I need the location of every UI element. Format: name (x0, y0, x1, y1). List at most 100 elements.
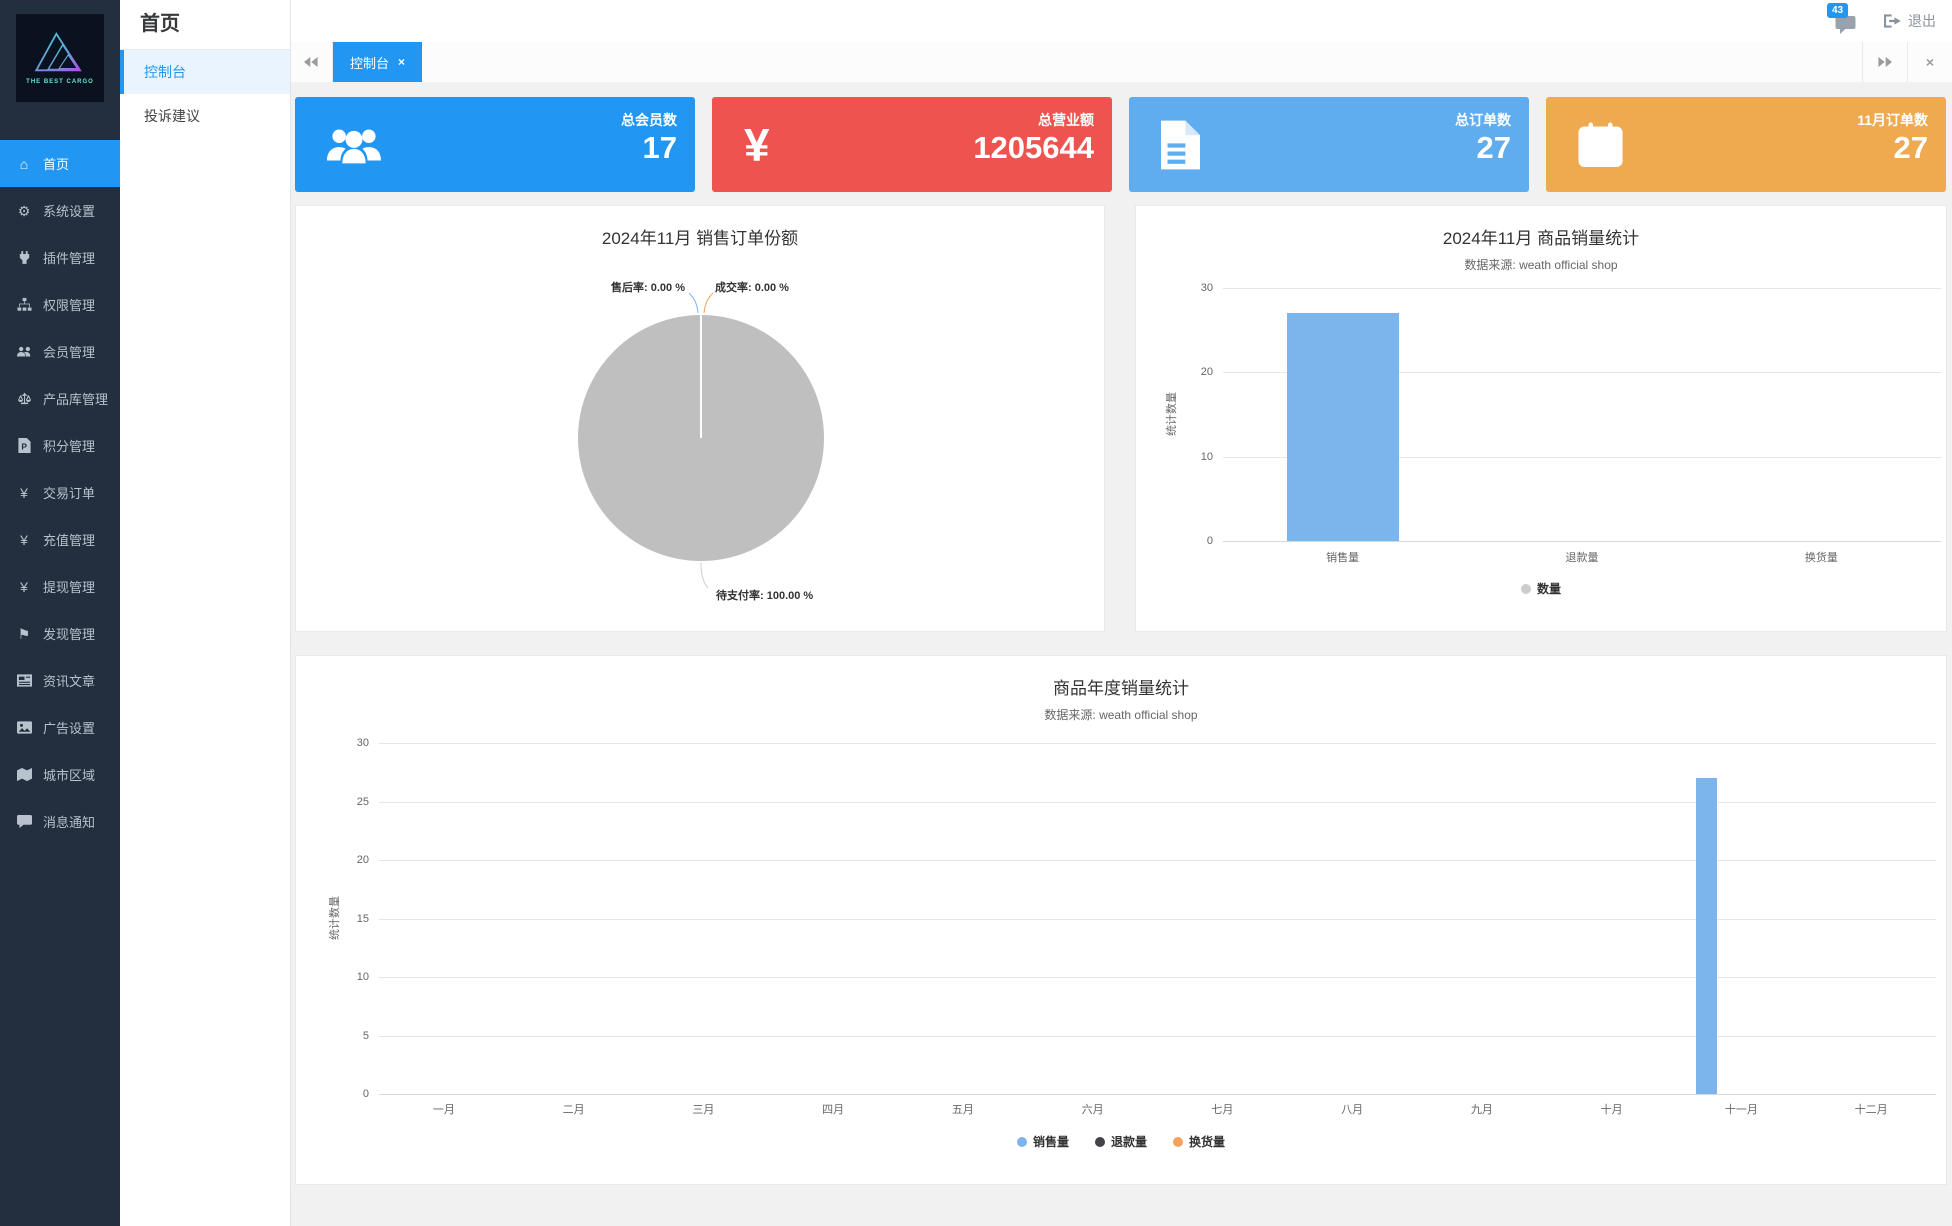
sidebar-item-label: 充值管理 (43, 533, 96, 548)
brand-logo[interactable]: THE BEST CARGO (16, 14, 104, 102)
y-tick-label: 20 (356, 854, 369, 866)
yen-icon: ¥ (20, 578, 28, 595)
sidebar-menu: ⌂ 首页 ⚙ 系统设置 插件管理 权限管理 会员管理 产品库管理 P 积分管理 ¥ 交易订单 ¥ 充值管理… (0, 140, 120, 845)
gear-icon: ⚙ (17, 202, 31, 219)
stat-card[interactable]: 总会员数 17 (295, 97, 695, 192)
y-axis-title: 统计数量 (1166, 392, 1178, 436)
stat-card-value: 1205644 (973, 130, 1094, 165)
sidebar-item[interactable]: ¥ 提现管理 (0, 563, 120, 610)
x-category-label: 一月 (432, 1104, 455, 1116)
tab-label: 控制台 (350, 55, 390, 71)
sidebar-item[interactable]: 消息通知 (0, 798, 120, 845)
y-gridline (1223, 288, 1941, 289)
double-chevron-right-icon (1878, 57, 1892, 67)
bar-chart-title: 2024年11月 商品销量统计 (1442, 229, 1640, 248)
flag-icon: ⚑ (17, 625, 31, 642)
notification-badge: 43 (1827, 3, 1849, 18)
content-area: 2024年11月 销售订单份额 售后率: 0.00 % 成交率: 0.00 % … (290, 82, 1952, 1226)
legend-item[interactable]: 销售量 (1016, 1133, 1069, 1150)
sidebar-item[interactable]: 产品库管理 (0, 375, 120, 422)
close-icon: × (1925, 54, 1935, 70)
secondary-sidebar: 首页 控制台 投诉建议 (120, 0, 291, 1226)
stat-card-value: 17 (642, 130, 677, 165)
scroll-tabs-left-button[interactable] (290, 42, 333, 82)
y-axis-title: 统计数量 (329, 896, 341, 940)
legend-marker (1016, 1136, 1027, 1147)
submenu-item[interactable]: 投诉建议 (120, 94, 290, 138)
chart-legend: 数量 (1136, 580, 1946, 597)
tab-close-icon[interactable]: × (398, 56, 405, 68)
y-tick-label: 25 (356, 795, 369, 808)
legend-marker (1094, 1136, 1105, 1147)
x-category-label: 七月 (1211, 1104, 1234, 1116)
stat-card-label: 总营业额 (1038, 112, 1094, 128)
sidebar-item-label: 系统设置 (43, 204, 96, 219)
sitemap-icon (14, 297, 34, 312)
close-all-tabs-button[interactable]: × (1907, 42, 1952, 82)
sidebar-item[interactable]: P 积分管理 (0, 422, 120, 469)
sidebar-item-label: 提现管理 (43, 580, 96, 595)
x-category-label: 二月 (562, 1104, 585, 1116)
x-category-label: 五月 (951, 1104, 974, 1116)
home-icon: ⌂ (19, 155, 29, 172)
main-sidebar: THE BEST CARGO ⌂ 首页 ⚙ 系统设置插件管理权限管理 会员管理 产品库管理… (0, 0, 120, 1226)
stat-card[interactable]: 11月订单数 27 (1546, 97, 1946, 192)
monthly-sales-chart-panel: 2024年11月 商品销量统计 数据来源: weath official sho… (1135, 205, 1947, 632)
legend-item[interactable]: 换货量 (1173, 1133, 1225, 1150)
file-text-icon (1161, 120, 1200, 169)
y-tick-label: 15 (356, 912, 369, 925)
x-category-label: 十一月 (1724, 1104, 1758, 1116)
sidebar-item[interactable]: ¥ 充值管理 (0, 516, 120, 563)
sidebar-item[interactable]: 会员管理 (0, 328, 120, 375)
sidebar-item-label: 城市区域 (43, 768, 96, 783)
sidebar-item[interactable]: 资讯文章 (0, 657, 120, 704)
notifications-button[interactable]: 43 (1827, 3, 1856, 34)
bar-数量 (1286, 313, 1399, 541)
y-tick-label: 10 (1200, 450, 1213, 463)
yearly-sales-chart-panel: 商品年度销量统计 数据来源: weath official shop 统计数量 … (295, 655, 1947, 1185)
stat-card-label: 11月订单数 (1857, 112, 1928, 128)
map-icon (14, 767, 34, 782)
bar-chart-subtitle: 数据来源: weath official shop (1044, 708, 1198, 722)
sidebar-item[interactable]: 权限管理 (0, 281, 120, 328)
sidebar-item[interactable]: 城市区域 (0, 751, 120, 798)
x-category-label: 销售量 (1326, 552, 1360, 564)
x-category-label: 九月 (1470, 1104, 1493, 1116)
header-actions: 43 退出 (1827, 0, 1936, 42)
sidebar-item[interactable]: ⌂ 首页 (0, 140, 120, 187)
sidebar-item[interactable]: ⚑ 发现管理 (0, 610, 120, 657)
submenu-item[interactable]: 控制台 (120, 50, 290, 94)
x-category-label: 六月 (1081, 1104, 1104, 1116)
stat-card-label: 总订单数 (1455, 112, 1511, 128)
image-icon (14, 720, 34, 735)
sidebar-item[interactable]: ¥ 交易订单 (0, 469, 120, 516)
svg-text:P: P (21, 442, 27, 452)
stat-card-label: 总会员数 (621, 112, 677, 128)
y-gridline (379, 743, 1936, 744)
plugin-icon (14, 250, 34, 265)
stat-card[interactable]: 总订单数 27 (1129, 97, 1529, 192)
y-tick-label: 20 (1200, 366, 1213, 379)
legend-marker (1173, 1136, 1183, 1147)
logout-label: 退出 (1908, 13, 1936, 29)
legend-item[interactable]: 数量 (1520, 580, 1561, 597)
points-file-icon: P (14, 438, 34, 453)
legend-item[interactable]: 退款量 (1094, 1133, 1147, 1150)
logout-button[interactable]: 退出 (1884, 11, 1936, 31)
sidebar-item[interactable]: 广告设置 (0, 704, 120, 751)
chat-icon (1835, 16, 1856, 34)
double-chevron-left-icon (304, 57, 318, 67)
sidebar-item[interactable]: ⚙ 系统设置 (0, 187, 120, 234)
stat-card[interactable]: ¥ 总营业额 1205644 (712, 97, 1112, 192)
sidebar-item-label: 插件管理 (43, 251, 96, 266)
scroll-tabs-right-button[interactable] (1862, 42, 1907, 82)
brand-name: THE BEST CARGO (26, 78, 94, 85)
sidebar-item-label: 消息通知 (43, 815, 96, 830)
sign-out-icon (1884, 14, 1901, 28)
tab-console[interactable]: 控制台 × (333, 42, 423, 82)
yen-large-icon: ¥ (744, 118, 770, 171)
trade-yen-icon: ¥ (20, 484, 28, 501)
tab-bar: 控制台 × × (290, 42, 1952, 83)
submenu-header: 首页 (120, 0, 290, 50)
sidebar-item[interactable]: 插件管理 (0, 234, 120, 281)
